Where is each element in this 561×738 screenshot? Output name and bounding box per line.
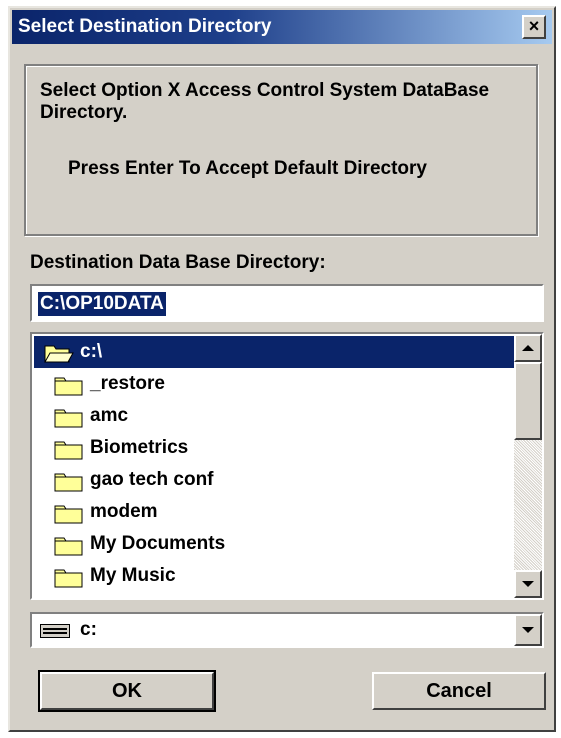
folder-list-item-label: modem: [90, 501, 158, 522]
destination-label: Destination Data Base Directory:: [30, 252, 326, 273]
scroll-up-button[interactable]: [514, 334, 542, 362]
ok-button[interactable]: OK: [38, 670, 216, 712]
folder-icon: [54, 409, 83, 428]
enter-hint-text: Press Enter To Accept Default Directory: [68, 158, 427, 179]
scroll-down-button[interactable]: [514, 570, 542, 598]
folder-icon: [54, 473, 83, 492]
folder-icon: [54, 441, 83, 460]
title-bar[interactable]: Select Destination Directory ×: [12, 10, 552, 44]
drive-icon: [40, 624, 70, 638]
folder-list-item[interactable]: c:\: [34, 336, 516, 368]
folder-list-item[interactable]: My Documents: [34, 528, 516, 560]
window-title: Select Destination Directory: [18, 16, 272, 37]
folder-list-item[interactable]: modem: [34, 496, 516, 528]
folder-list-item[interactable]: Biometrics: [34, 432, 516, 464]
chevron-down-icon: [522, 627, 534, 633]
cancel-button[interactable]: Cancel: [372, 672, 546, 710]
arrow-up-icon: [522, 345, 534, 351]
folder-icon: [54, 569, 83, 588]
folder-list-item[interactable]: amc: [34, 400, 516, 432]
destination-directory-input[interactable]: C:\OP10DATA: [30, 284, 544, 322]
folder-list-item-label: amc: [90, 405, 129, 426]
folder-icon: [54, 537, 83, 556]
folder-icon: [54, 505, 83, 524]
drive-value: c:: [80, 619, 97, 640]
folder-listbox[interactable]: c:\ _restoreamc Biometrics gao tech conf mod…: [30, 332, 544, 600]
folder-icon: [54, 377, 83, 396]
instructions-group: Select Option X Access Control System Da…: [24, 64, 538, 236]
close-icon: ×: [528, 16, 540, 36]
folder-list-item[interactable]: My Music: [34, 560, 516, 592]
drive-dropdown-button[interactable]: [514, 614, 542, 646]
instruction-text: Select Option X Access Control System Da…: [40, 80, 490, 123]
open-folder-icon: [44, 345, 74, 363]
vertical-scrollbar[interactable]: [514, 334, 542, 598]
close-button[interactable]: ×: [522, 15, 546, 39]
select-directory-dialog: Select Destination Directory × Select Op…: [8, 6, 556, 732]
drive-select[interactable]: c:: [30, 612, 544, 648]
folder-list-item-label: gao tech conf: [90, 469, 214, 490]
destination-directory-value: C:\OP10DATA: [38, 292, 166, 316]
arrow-down-icon: [522, 581, 534, 587]
folder-list-item-label: _restore: [90, 373, 165, 394]
folder-list-item[interactable]: _restore: [34, 368, 516, 400]
scroll-thumb[interactable]: [514, 362, 542, 440]
folder-list-item-label: My Documents: [90, 533, 226, 554]
folder-list: c:\ _restoreamc Biometrics gao tech conf mod…: [34, 336, 516, 592]
folder-list-item[interactable]: gao tech conf: [34, 464, 516, 496]
folder-list-item-label: Biometrics: [90, 437, 189, 458]
folder-list-item-label: My Music: [90, 565, 176, 586]
folder-list-item-label: c:\: [80, 341, 103, 362]
